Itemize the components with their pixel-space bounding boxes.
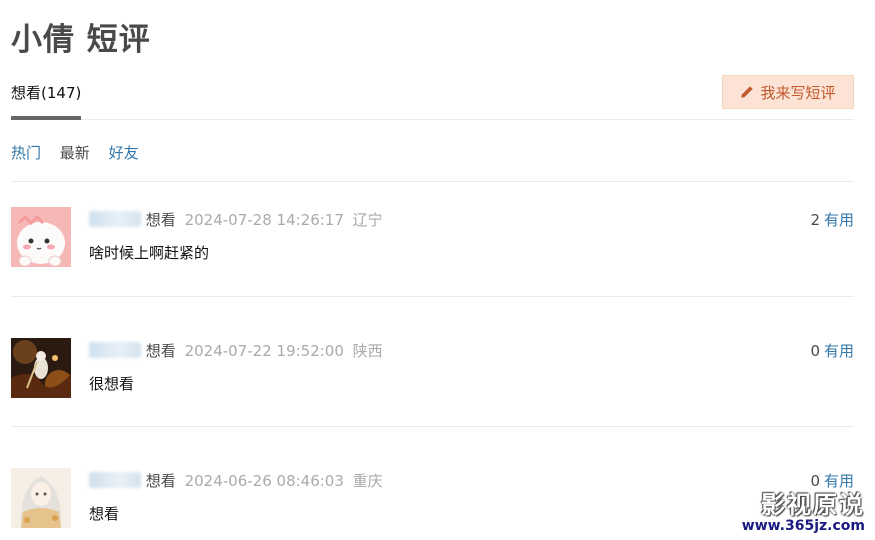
avatar[interactable] bbox=[11, 207, 71, 267]
sort-hot[interactable]: 热门 bbox=[11, 142, 41, 163]
comment-location: 重庆 bbox=[352, 472, 383, 490]
pencil-icon bbox=[741, 86, 754, 98]
useful-button[interactable]: 有用 bbox=[824, 342, 854, 360]
comment-status: 想看 bbox=[145, 211, 176, 229]
sort-latest[interactable]: 最新 bbox=[60, 142, 90, 163]
sort-friends[interactable]: 好友 bbox=[109, 142, 139, 163]
useful-button[interactable]: 有用 bbox=[824, 211, 854, 229]
comment-location: 辽宁 bbox=[352, 211, 383, 229]
comment-content: 想看 bbox=[89, 505, 120, 523]
comment-item: 想看 2024-06-26 08:46:03 重庆 0 有用 想看 bbox=[11, 468, 854, 528]
avatar[interactable] bbox=[11, 338, 71, 398]
comment-item: 想看 2024-07-22 19:52:00 陕西 0 有用 很想看 bbox=[11, 338, 854, 398]
comment-location: 陕西 bbox=[352, 342, 383, 360]
vote-count: 0 有用 bbox=[810, 340, 854, 361]
divider bbox=[11, 181, 854, 182]
page-title: 小倩 短评 bbox=[11, 22, 151, 58]
comment-item: 想看 2024-07-28 14:26:17 辽宁 2 有用 啥时候上啊赶紧的 bbox=[11, 207, 854, 267]
comment-meta: 想看 2024-07-28 14:26:17 辽宁 bbox=[89, 209, 383, 230]
comment-time: 2024-06-26 08:46:03 bbox=[184, 472, 344, 490]
write-review-label: 我来写短评 bbox=[760, 83, 836, 102]
comment-time: 2024-07-22 19:52:00 bbox=[184, 342, 344, 360]
username-link[interactable] bbox=[89, 342, 141, 358]
comment-status: 想看 bbox=[145, 472, 176, 490]
username-link[interactable] bbox=[89, 472, 141, 488]
tab-bar: 想看(147) 我来写短评 bbox=[11, 70, 854, 120]
comment-meta: 想看 2024-06-26 08:46:03 重庆 bbox=[89, 470, 383, 491]
avatar[interactable] bbox=[11, 468, 71, 528]
comment-status: 想看 bbox=[145, 342, 176, 360]
vote-number: 2 bbox=[810, 211, 820, 229]
username-link[interactable] bbox=[89, 211, 141, 227]
watermark-name: 影视原说 bbox=[761, 491, 865, 519]
sort-options: 热门 最新 好友 bbox=[11, 142, 153, 163]
vote-count: 2 有用 bbox=[810, 209, 854, 230]
comment-time: 2024-07-28 14:26:17 bbox=[184, 211, 344, 229]
comment-content: 啥时候上啊赶紧的 bbox=[89, 244, 210, 262]
tab-want-to-see[interactable]: 想看(147) bbox=[11, 82, 81, 103]
comment-content: 很想看 bbox=[89, 375, 135, 393]
divider bbox=[11, 426, 854, 427]
comment-meta: 想看 2024-07-22 19:52:00 陕西 bbox=[89, 340, 383, 361]
vote-number: 0 bbox=[810, 342, 820, 360]
divider bbox=[11, 296, 854, 297]
watermark: 影视原说 www.365jz.com bbox=[742, 485, 865, 534]
active-tab-indicator bbox=[11, 116, 81, 120]
watermark-url: www.365jz.com bbox=[741, 518, 865, 534]
write-review-button[interactable]: 我来写短评 bbox=[722, 75, 854, 109]
